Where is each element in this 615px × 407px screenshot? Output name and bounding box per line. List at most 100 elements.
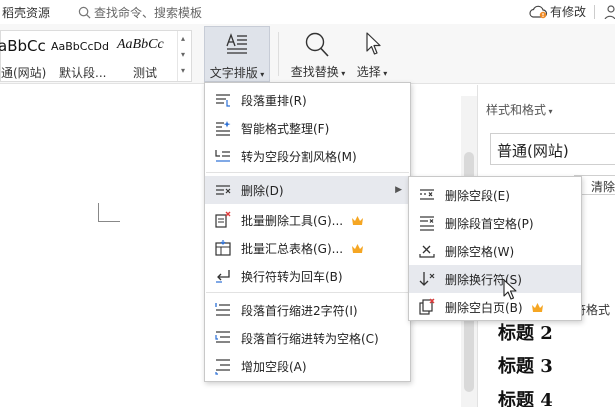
add-paragraph-icon [215,359,230,375]
text-layout-label: 文字排版 ▾ [205,64,269,81]
menu-item-first-line-indent[interactable]: 段落首行缩进2字符(I) [205,296,410,324]
submenu-item-label: 删除空格(W) [445,244,515,259]
menu-item-linebreak-to-enter[interactable]: 换行符转为回车(B) [205,262,410,290]
chevron-down-icon[interactable]: ▾ [181,51,185,59]
text-layout-icon [226,33,247,54]
heading-2-style[interactable]: 标题 2 [498,319,553,345]
heading-3-style[interactable]: 标题 3 [498,352,553,378]
submenu-item-delete-spaces[interactable]: 删除空格(W) [409,237,581,265]
text-layout-menu: 段落重排(R) 智能格式整理(F) 转为空段分割风格(M) 删除(D) ▶ 批量… [204,82,411,382]
text-layout-button[interactable]: 文字排版 ▾ [204,26,270,82]
menu-item-label: 批量删除工具(G)... [241,213,344,228]
find-replace-text: 查找替换 [290,65,339,79]
submenu-item-delete-line-breaks[interactable]: 删除换行符(S) [409,265,581,293]
magnifier-icon [305,32,329,57]
menu-item-label: 增加空段(A) [241,359,307,374]
divider [594,4,595,19]
style-gallery-scroll[interactable]: ▴ ▾ ▾ [177,31,191,81]
panel-title[interactable]: 样式和格式 ▾ [486,101,553,118]
delete-linebreak-icon [419,272,435,286]
mouse-pointer-icon [503,279,517,300]
select-label: 选择 ▾ [352,63,392,80]
top-right-status: 有修改 [528,3,615,20]
crown-icon [352,243,364,253]
submenu-item-label: 删除空段(E) [445,188,510,203]
submenu-item-delete-empty-paragraph[interactable]: 删除空段(E) [409,181,581,209]
menu-item-smart-format[interactable]: 智能格式整理(F) [205,114,410,142]
menu-item-add-empty-paragraph[interactable]: 增加空段(A) [205,352,410,380]
submenu-item-delete-blank-pages[interactable]: 删除空白页(B) [409,293,581,321]
menu-item-label: 转为空段分割风格(M) [241,149,357,164]
chevron-down-icon[interactable]: ▾ [546,107,553,116]
delete-empty-paragraph-icon [420,189,434,200]
style-caption: 通(网站) [1,66,47,80]
smart-format-icon [216,121,231,136]
style-sample: AaBbCc [117,37,164,52]
unsynced-status[interactable]: 有修改 [550,3,586,20]
chevron-down-icon: ▾ [257,70,265,79]
chevron-down-icon: ▾ [338,69,346,78]
command-search-text: 查找命令、搜索模板 [94,6,203,20]
style-caption: 默认段... [59,66,107,80]
split-style-icon [215,150,230,162]
batch-delete-icon [215,211,231,228]
cursor-arrow-icon [366,32,381,55]
select-text: 选择 [356,65,381,79]
crown-icon [531,302,543,312]
search-icon [78,6,91,19]
top-bar: 稻壳资源 查找命令、搜索模板 有修改 [0,0,615,24]
indent-to-space-icon [215,331,230,343]
gallery-expand-icon[interactable]: ▾ [181,67,185,75]
panel-title-text: 样式和格式 [486,103,547,117]
tab-docer-resources[interactable]: 稻壳资源 [2,4,50,21]
menu-item-label: 段落首行缩进转为空格(C) [241,331,379,346]
select-button[interactable]: 选择 ▾ [352,26,392,82]
command-search-box[interactable]: 查找命令、搜索模板 [78,4,202,21]
delete-lines-icon [216,185,231,195]
delete-blank-page-icon [419,298,435,315]
delete-space-icon [419,245,435,258]
style-gallery: aBbCc 通(网站) AaBbCcDd 默认段... AaBbCc 测试 ▴ … [0,30,192,82]
find-replace-label: 查找替换 ▾ [284,63,352,80]
submenu-item-delete-leading-spaces[interactable]: 删除段首空格(P) [409,209,581,237]
text-layout-text: 文字排版 [209,66,258,80]
style-sample: AaBbCcDd [51,40,109,53]
submenu-item-label: 删除空白页(B) [445,300,523,315]
find-replace-button[interactable]: 查找替换 ▾ [284,26,352,82]
cloud-sync-icon[interactable] [528,5,548,19]
submenu-arrow-icon: ▶ [395,185,402,195]
style-sample: aBbCc [0,37,46,55]
paragraph-rearrange-icon [216,94,230,107]
current-style-field[interactable]: 普通(网站) [490,133,615,165]
chevron-up-icon[interactable]: ▴ [181,35,185,43]
return-arrow-icon [216,270,230,283]
delete-leading-space-icon [420,216,434,231]
menu-item-label: 段落首行缩进2字符(I) [241,303,358,318]
menu-item-label: 删除(D) [241,183,284,198]
ribbon-separator [278,32,279,76]
menu-separator [206,172,409,173]
menu-item-label: 智能格式整理(F) [241,121,330,136]
menu-item-batch-delete-tool[interactable]: 批量删除工具(G)... [205,206,410,234]
menu-item-paragraph-rearrange[interactable]: 段落重排(R) [205,86,410,114]
chevron-down-icon: ▾ [380,69,388,78]
style-test[interactable]: AaBbCc 测试 [117,31,179,81]
menu-separator [206,292,409,293]
submenu-item-label: 删除段首空格(P) [445,216,534,231]
user-icon[interactable] [603,4,615,19]
menu-item-label: 段落重排(R) [241,93,307,108]
menu-item-empty-paragraph-style[interactable]: 转为空段分割风格(M) [205,142,410,170]
style-caption: 测试 [133,66,158,80]
style-default-paragraph[interactable]: AaBbCcDd 默认段... [51,31,117,81]
page-corner-marker [98,203,120,222]
menu-item-indent-to-space[interactable]: 段落首行缩进转为空格(C) [205,324,410,352]
menu-item-delete[interactable]: 删除(D) ▶ [205,176,410,204]
style-normal-web[interactable]: aBbCc 通(网站) [0,31,51,81]
menu-item-batch-summary-table[interactable]: 批量汇总表格(G)... [205,234,410,262]
heading-4-style[interactable]: 标题 4 [498,386,553,407]
delete-submenu: 删除空段(E) 删除段首空格(P) 删除空格(W) 删除换行符(S) 删除空白页… [408,176,582,321]
first-line-indent-icon [215,303,230,316]
menu-item-label: 换行符转为回车(B) [241,269,343,284]
summary-table-icon [215,240,231,256]
crown-icon [352,215,364,225]
